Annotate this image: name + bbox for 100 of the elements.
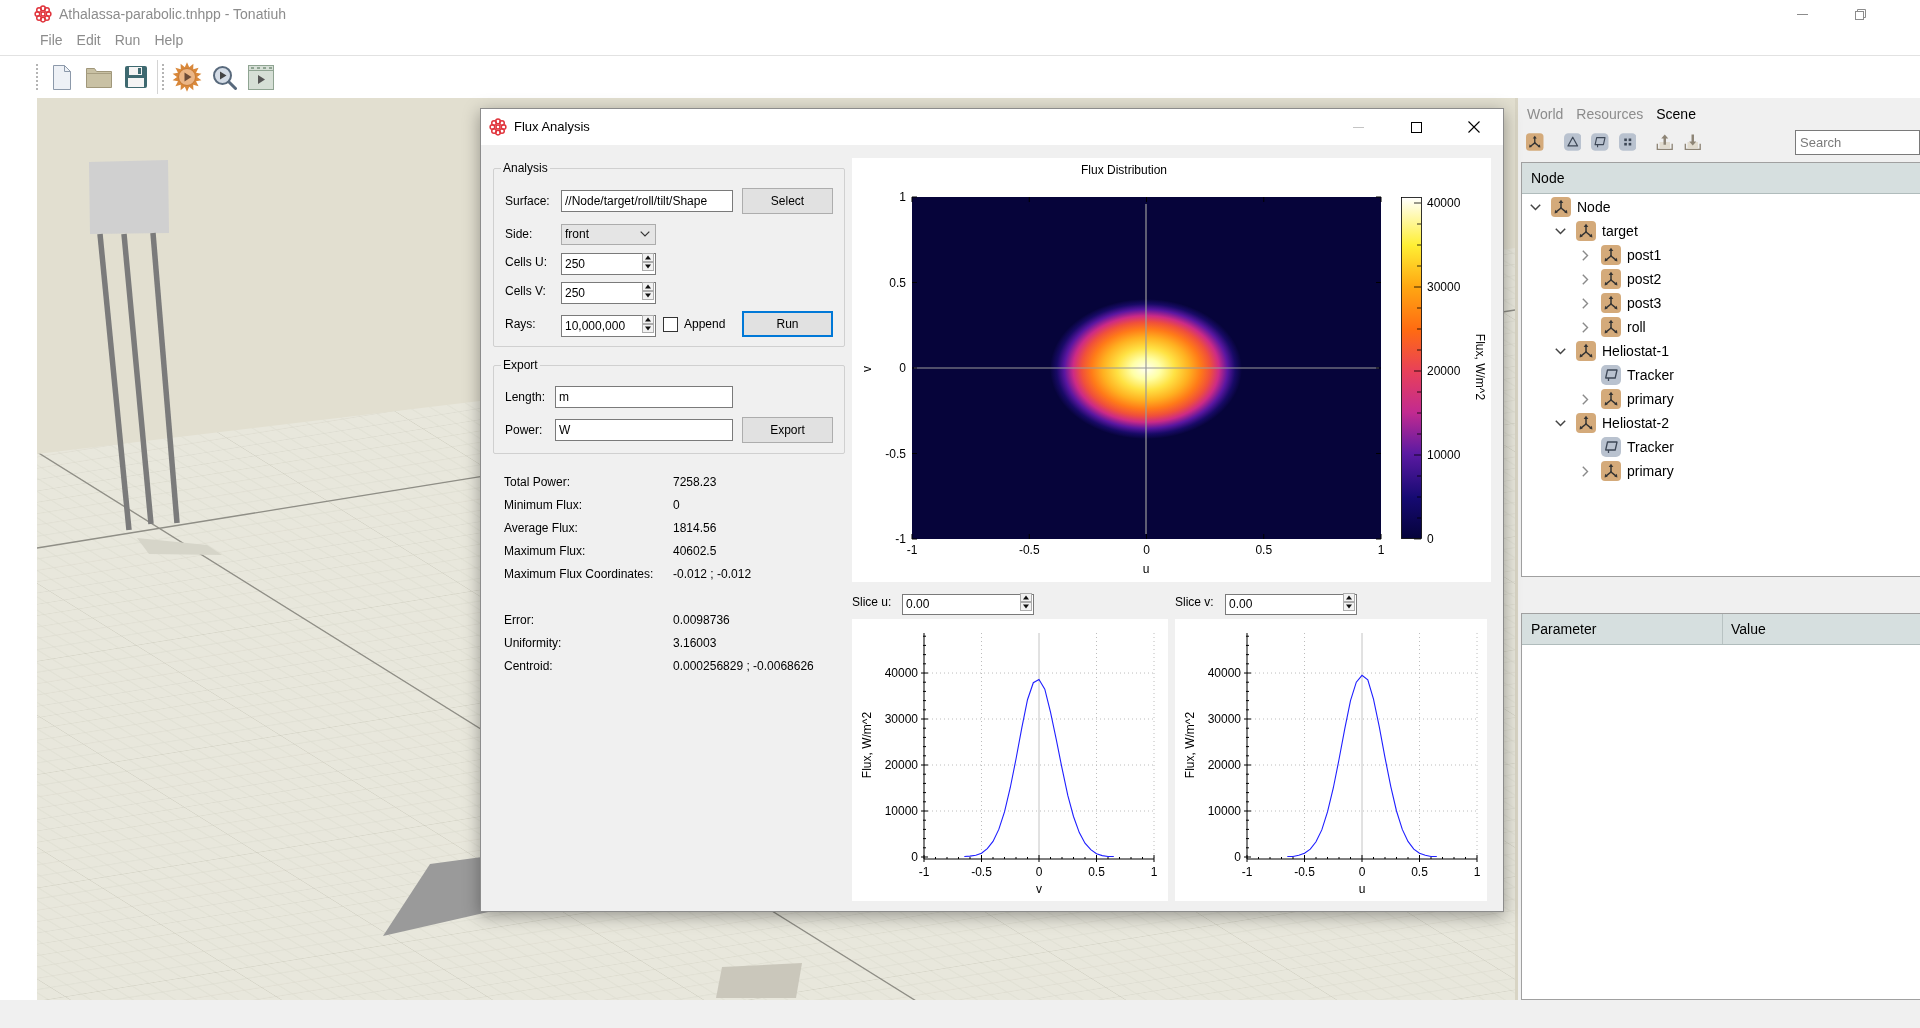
- axis-title: Flux, W/m^2: [1183, 711, 1197, 779]
- chevron-down-icon[interactable]: [1554, 347, 1566, 355]
- tick-label: 20000: [1207, 758, 1241, 772]
- stat-value: 0: [673, 496, 680, 514]
- axes-icon: [1601, 389, 1621, 409]
- select-button[interactable]: Select: [742, 188, 833, 214]
- minimize-icon: [1796, 13, 1808, 15]
- axes-icon[interactable]: [1526, 132, 1544, 152]
- tick-label: 10000: [1207, 804, 1241, 818]
- chevron-down-icon[interactable]: [1554, 419, 1566, 427]
- chevron-right-icon[interactable]: [1581, 465, 1589, 477]
- tree-item[interactable]: Tracker: [1627, 436, 1674, 458]
- field-label: Cells V:: [505, 283, 547, 300]
- stat-label: Uniformity:: [504, 634, 563, 652]
- chevron-right-icon[interactable]: [1581, 393, 1589, 405]
- folder-icon[interactable]: [86, 66, 112, 88]
- tick-label: 30000: [1207, 712, 1241, 726]
- tree-item[interactable]: Node: [1577, 196, 1611, 218]
- tick-label: 1: [1377, 543, 1385, 557]
- tree-item[interactable]: post1: [1627, 244, 1662, 266]
- panel-icon[interactable]: [1591, 132, 1609, 152]
- axes-icon: [1601, 293, 1621, 313]
- slice-spinbox[interactable]: 0.00: [1225, 593, 1357, 615]
- document-icon[interactable]: [52, 64, 72, 90]
- menu-item[interactable]: Help: [154, 29, 184, 51]
- stat-label: Total Power:: [504, 473, 572, 491]
- tick-label: 30000: [884, 712, 918, 726]
- column-header: Value: [1731, 619, 1766, 639]
- rays-spinbox[interactable]: 10,000,000: [561, 315, 656, 337]
- tick-label: -0.5: [971, 865, 992, 879]
- sun-play-icon[interactable]: [172, 62, 202, 92]
- cells-u-spinbox[interactable]: 250: [561, 253, 656, 275]
- tick-label: 1: [1150, 865, 1158, 879]
- film-play-icon[interactable]: [248, 64, 274, 90]
- tick-label: 0: [899, 361, 906, 375]
- axes-icon: [1601, 461, 1621, 481]
- menu-item[interactable]: File: [40, 29, 63, 51]
- close-icon: [1468, 121, 1480, 133]
- chevron-down-icon[interactable]: [1529, 203, 1541, 211]
- chevron-right-icon[interactable]: [1581, 273, 1589, 285]
- axis-title: u: [1142, 562, 1150, 576]
- four-squares-icon[interactable]: [1618, 132, 1636, 152]
- chevron-right-icon[interactable]: [1581, 249, 1589, 261]
- stat-label: Average Flux:: [504, 519, 579, 537]
- upload-icon[interactable]: [1656, 132, 1674, 152]
- stat-label: Error:: [504, 611, 535, 629]
- stat-value: 0.0098736: [673, 611, 730, 629]
- field-label: Power:: [505, 422, 544, 439]
- stat-label: Maximum Flux:: [504, 542, 587, 560]
- tab[interactable]: Scene: [1656, 103, 1696, 125]
- slice-spinbox[interactable]: 0.00: [902, 593, 1034, 615]
- stat-value: 7258.23: [673, 473, 717, 491]
- chevron-right-icon[interactable]: [1581, 297, 1589, 309]
- tree-item[interactable]: post3: [1627, 292, 1662, 314]
- field-label: Cells U:: [505, 254, 548, 271]
- up-down-arrows-icon[interactable]: [642, 282, 654, 300]
- length-field[interactable]: m: [555, 386, 733, 408]
- tick-label: 0.5: [1255, 543, 1273, 557]
- axis-title: v: [860, 366, 874, 372]
- search-field[interactable]: Search: [1795, 129, 1920, 155]
- column-header: Parameter: [1531, 619, 1597, 639]
- tick-label: 0: [1234, 850, 1241, 864]
- up-down-arrows-icon[interactable]: [642, 315, 654, 333]
- tree-item[interactable]: roll: [1627, 316, 1646, 338]
- restore-icon: [1854, 8, 1866, 20]
- magnifier-play-icon[interactable]: [212, 64, 237, 90]
- tree-item[interactable]: target: [1602, 220, 1638, 242]
- export-button[interactable]: Export: [742, 417, 833, 443]
- stat-value: 40602.5: [673, 542, 717, 560]
- tree-item[interactable]: Tracker: [1627, 364, 1674, 386]
- tree-item[interactable]: post2: [1627, 268, 1662, 290]
- caret-icon: [640, 231, 650, 237]
- up-down-arrows-icon[interactable]: [1343, 593, 1355, 611]
- surface-field[interactable]: //Node/target/roll/tilt/Shape: [561, 190, 733, 212]
- tick-label: 0: [1143, 543, 1150, 557]
- axes-icon: [1576, 341, 1596, 361]
- tick-label: 30000: [1427, 280, 1461, 294]
- tick-label: -1: [895, 532, 906, 546]
- run-button[interactable]: Run: [742, 311, 833, 337]
- tree-item[interactable]: primary: [1627, 388, 1674, 410]
- chevron-right-icon[interactable]: [1581, 321, 1589, 333]
- append-checkbox[interactable]: [663, 316, 678, 332]
- cells-v-spinbox[interactable]: 250: [561, 282, 656, 304]
- maximize-icon: [1410, 121, 1422, 133]
- download-icon[interactable]: [1683, 132, 1701, 152]
- tick-label: 40000: [1207, 666, 1241, 680]
- up-down-arrows-icon[interactable]: [1020, 593, 1032, 611]
- chevron-down-icon[interactable]: [1554, 227, 1566, 235]
- side-dropdown[interactable]: front: [561, 223, 656, 245]
- up-down-arrows-icon[interactable]: [642, 253, 654, 271]
- tree-item[interactable]: Heliostat-2: [1602, 412, 1669, 434]
- tree-item[interactable]: Heliostat-1: [1602, 340, 1669, 362]
- tree-item[interactable]: primary: [1627, 460, 1674, 482]
- tick-label: 10000: [1427, 448, 1461, 462]
- axis-title: v: [1036, 882, 1042, 896]
- power-field[interactable]: W: [555, 419, 733, 441]
- stat-value: 1814.56: [673, 519, 717, 537]
- stat-label: Centroid:: [504, 657, 554, 675]
- tick-label: 0: [1358, 865, 1366, 879]
- tick-label: -1: [918, 865, 930, 879]
